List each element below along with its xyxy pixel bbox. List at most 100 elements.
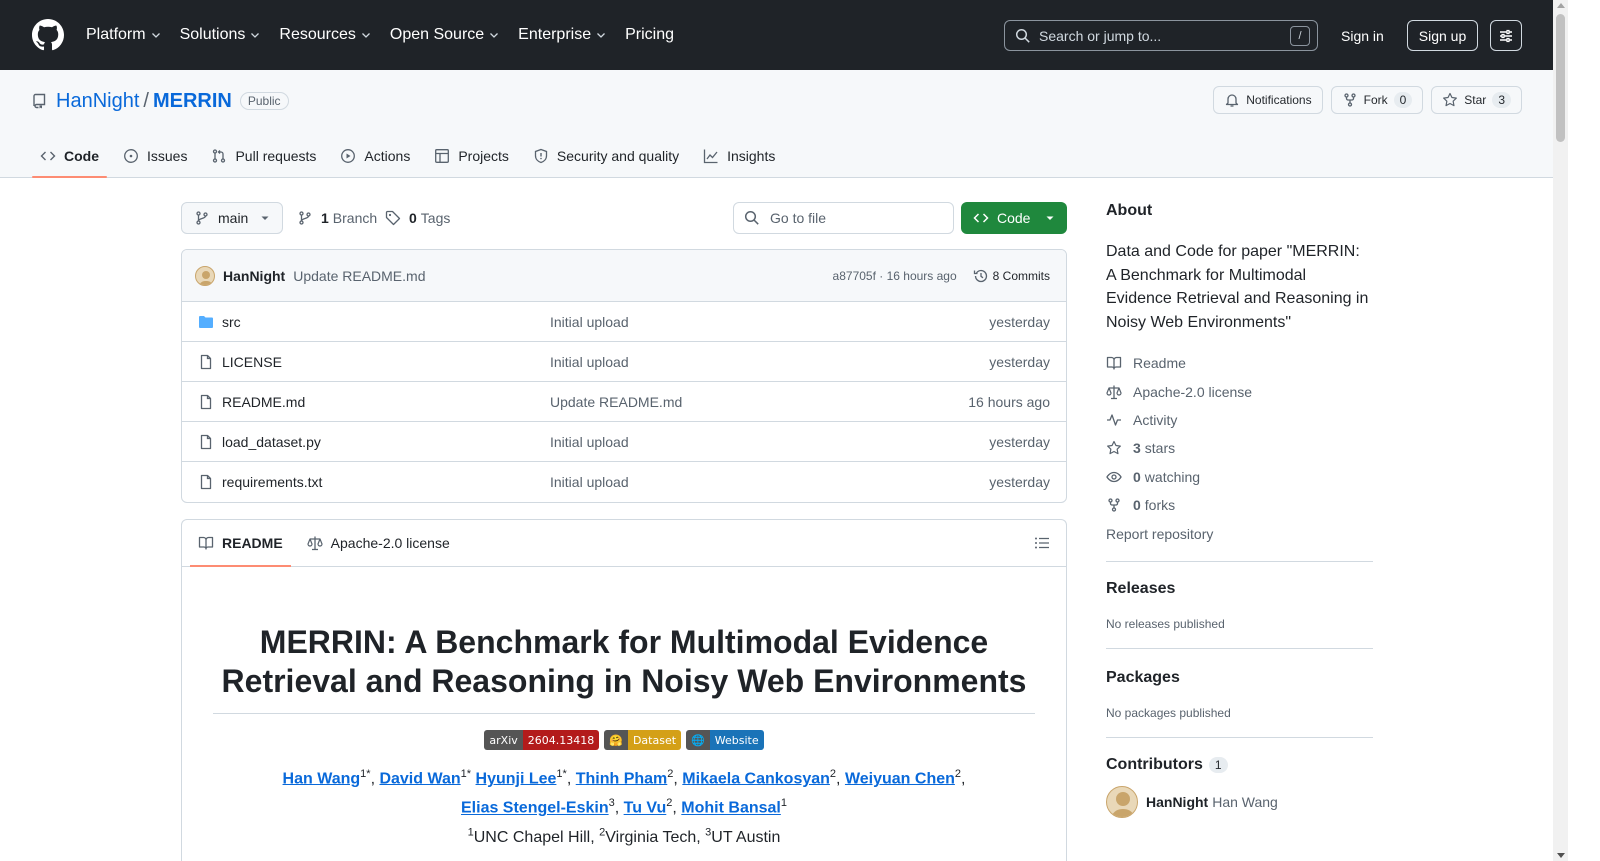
contributor-item[interactable]: HanNight Han Wang <box>1106 785 1373 818</box>
file-commit-message[interactable]: Initial upload <box>550 434 989 450</box>
file-commit-time: yesterday <box>989 474 1050 490</box>
author-link[interactable]: Weiyuan Chen <box>845 770 955 787</box>
watchers-link[interactable]: 0 watching <box>1106 463 1373 491</box>
table-row[interactable]: requirements.txt Initial upload yesterda… <box>182 462 1066 502</box>
file-icon <box>200 394 212 409</box>
contributors-header: Contributors 1 <box>1106 756 1373 774</box>
github-logo-icon[interactable] <box>32 19 64 51</box>
file-name-link[interactable]: LICENSE <box>222 354 550 370</box>
shield-icon <box>534 148 548 164</box>
stars-count: 3 <box>1133 440 1141 457</box>
commit-sha-time[interactable]: a87705f · 16 hours ago <box>833 269 957 283</box>
repo-name-link[interactable]: MERRIN <box>153 90 232 113</box>
code-dropdown-button[interactable]: Code <box>961 202 1067 234</box>
file-commit-message[interactable]: Update README.md <box>550 394 968 410</box>
notifications-button[interactable]: Notifications <box>1213 86 1323 114</box>
report-repository-link[interactable]: Report repository <box>1106 519 1373 547</box>
go-to-file-input[interactable]: Go to file <box>733 202 954 234</box>
tab-security[interactable]: Security and quality <box>525 134 687 178</box>
tab-issues[interactable]: Issues <box>115 134 195 178</box>
tags-link[interactable]: 0 Tags <box>385 202 450 234</box>
releases-heading[interactable]: Releases <box>1106 580 1373 598</box>
dataset-badge[interactable]: 🤗 Dataset <box>604 730 682 750</box>
scrollbar-thumb[interactable] <box>1556 14 1565 142</box>
book-icon <box>198 536 214 550</box>
search-icon <box>1015 28 1030 43</box>
license-link[interactable]: Apache-2.0 license <box>1106 377 1373 405</box>
nav-platform[interactable]: Platform <box>86 26 162 44</box>
sliders-icon <box>1500 29 1512 42</box>
play-icon <box>341 149 356 163</box>
releases-empty-text: No releases published <box>1106 616 1225 631</box>
table-row[interactable]: src Initial upload yesterday <box>182 302 1066 342</box>
arxiv-badge[interactable]: arXiv 2604.13418 <box>484 730 600 750</box>
badge-left: arXiv <box>484 730 523 750</box>
author-link[interactable]: David Wan <box>379 770 460 787</box>
tab-readme[interactable]: README <box>190 520 291 567</box>
sign-in-link[interactable]: Sign in <box>1330 20 1395 51</box>
contributors-heading[interactable]: Contributors <box>1106 756 1203 774</box>
website-badge[interactable]: 🌐 Website <box>686 730 764 750</box>
author-link[interactable]: Tu Vu <box>624 800 667 817</box>
fork-button[interactable]: Fork 0 <box>1330 86 1424 114</box>
forks-link[interactable]: 0 forks <box>1106 491 1373 519</box>
activity-link[interactable]: Activity <box>1106 406 1373 434</box>
tab-code[interactable]: Code <box>32 134 107 178</box>
outline-button[interactable] <box>1034 535 1050 551</box>
table-row[interactable]: README.md Update README.md 16 hours ago <box>182 382 1066 422</box>
commit-count-label: 8 Commits <box>992 268 1050 283</box>
tab-insights[interactable]: Insights <box>695 134 783 178</box>
packages-heading[interactable]: Packages <box>1106 669 1373 687</box>
author-affiliation: 2 <box>666 797 673 810</box>
author-link[interactable]: Han Wang <box>283 770 361 787</box>
readme-link[interactable]: Readme <box>1106 349 1373 377</box>
graph-icon <box>703 149 718 164</box>
nav-open-source[interactable]: Open Source <box>390 26 500 44</box>
file-commit-time: yesterday <box>989 353 1050 370</box>
author-link[interactable]: Thinh Pham <box>576 770 668 787</box>
author-link[interactable]: Mikaela Cankosyan <box>682 770 830 787</box>
fork-label: Fork <box>1363 93 1388 107</box>
author-link[interactable]: Hyunji Lee <box>476 770 557 787</box>
file-name-link[interactable]: README.md <box>222 394 550 410</box>
branches-link[interactable]: 1 Branch <box>297 202 377 234</box>
author-affiliation: 2 <box>954 768 962 780</box>
author-affiliation: 1 <box>780 797 787 810</box>
table-row[interactable]: load_dataset.py Initial upload yesterday <box>182 422 1066 462</box>
file-name-link[interactable]: load_dataset.py <box>222 434 550 450</box>
settings-menu-button[interactable] <box>1490 20 1522 51</box>
nav-pricing[interactable]: Pricing <box>625 26 674 44</box>
file-commit-message[interactable]: Initial upload <box>550 474 989 490</box>
author-link[interactable]: Mohit Bansal <box>681 800 781 817</box>
tab-actions[interactable]: Actions <box>332 134 418 178</box>
file-commit-message[interactable]: Initial upload <box>550 354 989 370</box>
commit-author-link[interactable]: HanNight <box>223 268 285 284</box>
avatar[interactable] <box>1106 785 1138 818</box>
nav-enterprise[interactable]: Enterprise <box>518 26 607 44</box>
nav-solutions[interactable]: Solutions <box>180 26 262 44</box>
branch-selector[interactable]: main <box>181 202 283 234</box>
scroll-up-arrow-icon[interactable] <box>1557 3 1565 8</box>
file-commit-message[interactable]: Initial upload <box>550 314 989 330</box>
author-link[interactable]: Elias Stengel-Eskin <box>461 800 609 817</box>
commits-link[interactable]: 8 Commits <box>973 268 1050 284</box>
file-name-link[interactable]: src <box>222 314 550 330</box>
commit-message-link[interactable]: Update README.md <box>293 268 832 284</box>
repo-owner-link[interactable]: HanNight <box>56 90 139 113</box>
nav-resources[interactable]: Resources <box>279 26 371 44</box>
sign-up-button[interactable]: Sign up <box>1407 20 1478 51</box>
avatar[interactable] <box>195 265 215 286</box>
scroll-down-arrow-icon[interactable] <box>1557 853 1565 858</box>
stars-link[interactable]: 3 stars <box>1106 434 1373 462</box>
global-header: Platform Solutions Resources Open Source… <box>0 0 1553 70</box>
page-scrollbar[interactable] <box>1553 0 1568 861</box>
contributor-login[interactable]: HanNight <box>1146 794 1208 810</box>
table-row[interactable]: LICENSE Initial upload yesterday <box>182 342 1066 382</box>
global-search-input[interactable]: Search or jump to... / <box>1004 20 1318 51</box>
nav-label: Resources <box>279 26 356 43</box>
tab-license[interactable]: Apache-2.0 license <box>299 520 458 567</box>
tab-projects[interactable]: Projects <box>426 134 517 178</box>
file-name-link[interactable]: requirements.txt <box>222 474 550 490</box>
tab-pull-requests[interactable]: Pull requests <box>203 134 324 178</box>
star-button[interactable]: Star 3 <box>1431 86 1522 114</box>
